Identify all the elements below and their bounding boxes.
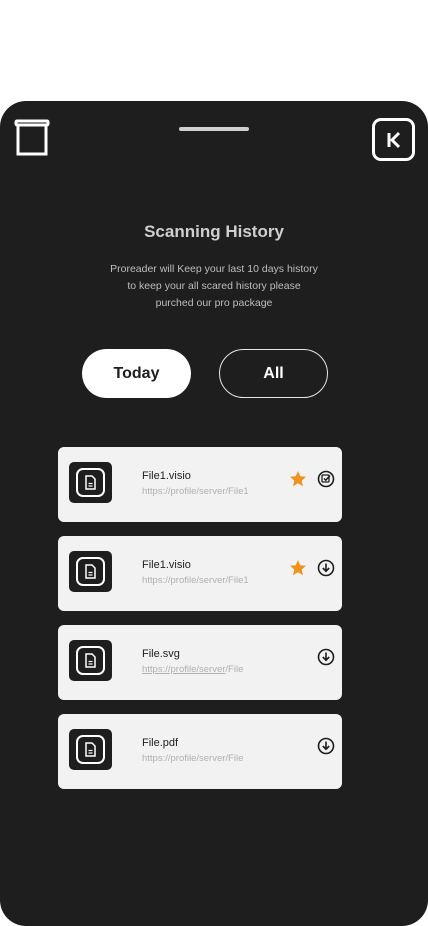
- star-icon[interactable]: [289, 470, 307, 488]
- page-title: Scanning History: [144, 222, 284, 241]
- file-path: https://profile/server/File: [142, 753, 244, 764]
- tab-all[interactable]: All: [219, 349, 328, 398]
- document-icon: [85, 742, 96, 757]
- star-icon[interactable]: [289, 559, 307, 577]
- document-icon: [85, 564, 96, 579]
- file-thumbnail: [69, 640, 112, 681]
- sheet-drag-handle[interactable]: [179, 127, 249, 131]
- file-card[interactable]: File.svg https://profile/server/File: [58, 625, 342, 700]
- file-path: https://profile/server/File1: [142, 575, 249, 586]
- file-name: File1.visio: [142, 470, 191, 482]
- file-name: File1.visio: [142, 559, 191, 571]
- history-description: Proreader will Keep your last 10 days hi…: [110, 263, 318, 309]
- file-card[interactable]: File.pdf https://profile/server/File: [58, 714, 342, 789]
- file-card[interactable]: File1.visio https://profile/server/File1: [58, 447, 342, 522]
- file-card[interactable]: File1.visio https://profile/server/File1: [58, 536, 342, 611]
- file-thumbnail: [69, 462, 112, 503]
- app-logo-icon[interactable]: [372, 118, 415, 161]
- file-path: https://profile/server/File: [142, 664, 244, 675]
- file-name: File.svg: [142, 648, 180, 660]
- file-thumbnail: [69, 551, 112, 592]
- file-path: https://profile/server/File1: [142, 486, 249, 497]
- download-icon[interactable]: [317, 648, 335, 666]
- document-icon: [85, 653, 96, 668]
- file-thumbnail: [69, 729, 112, 770]
- document-icon: [85, 475, 96, 490]
- file-name: File.pdf: [142, 737, 179, 749]
- delete-icon[interactable]: [14, 118, 50, 158]
- download-icon[interactable]: [317, 559, 335, 577]
- download-icon[interactable]: [317, 737, 335, 755]
- tab-today[interactable]: Today: [82, 349, 191, 398]
- check-circle-icon[interactable]: [317, 470, 335, 488]
